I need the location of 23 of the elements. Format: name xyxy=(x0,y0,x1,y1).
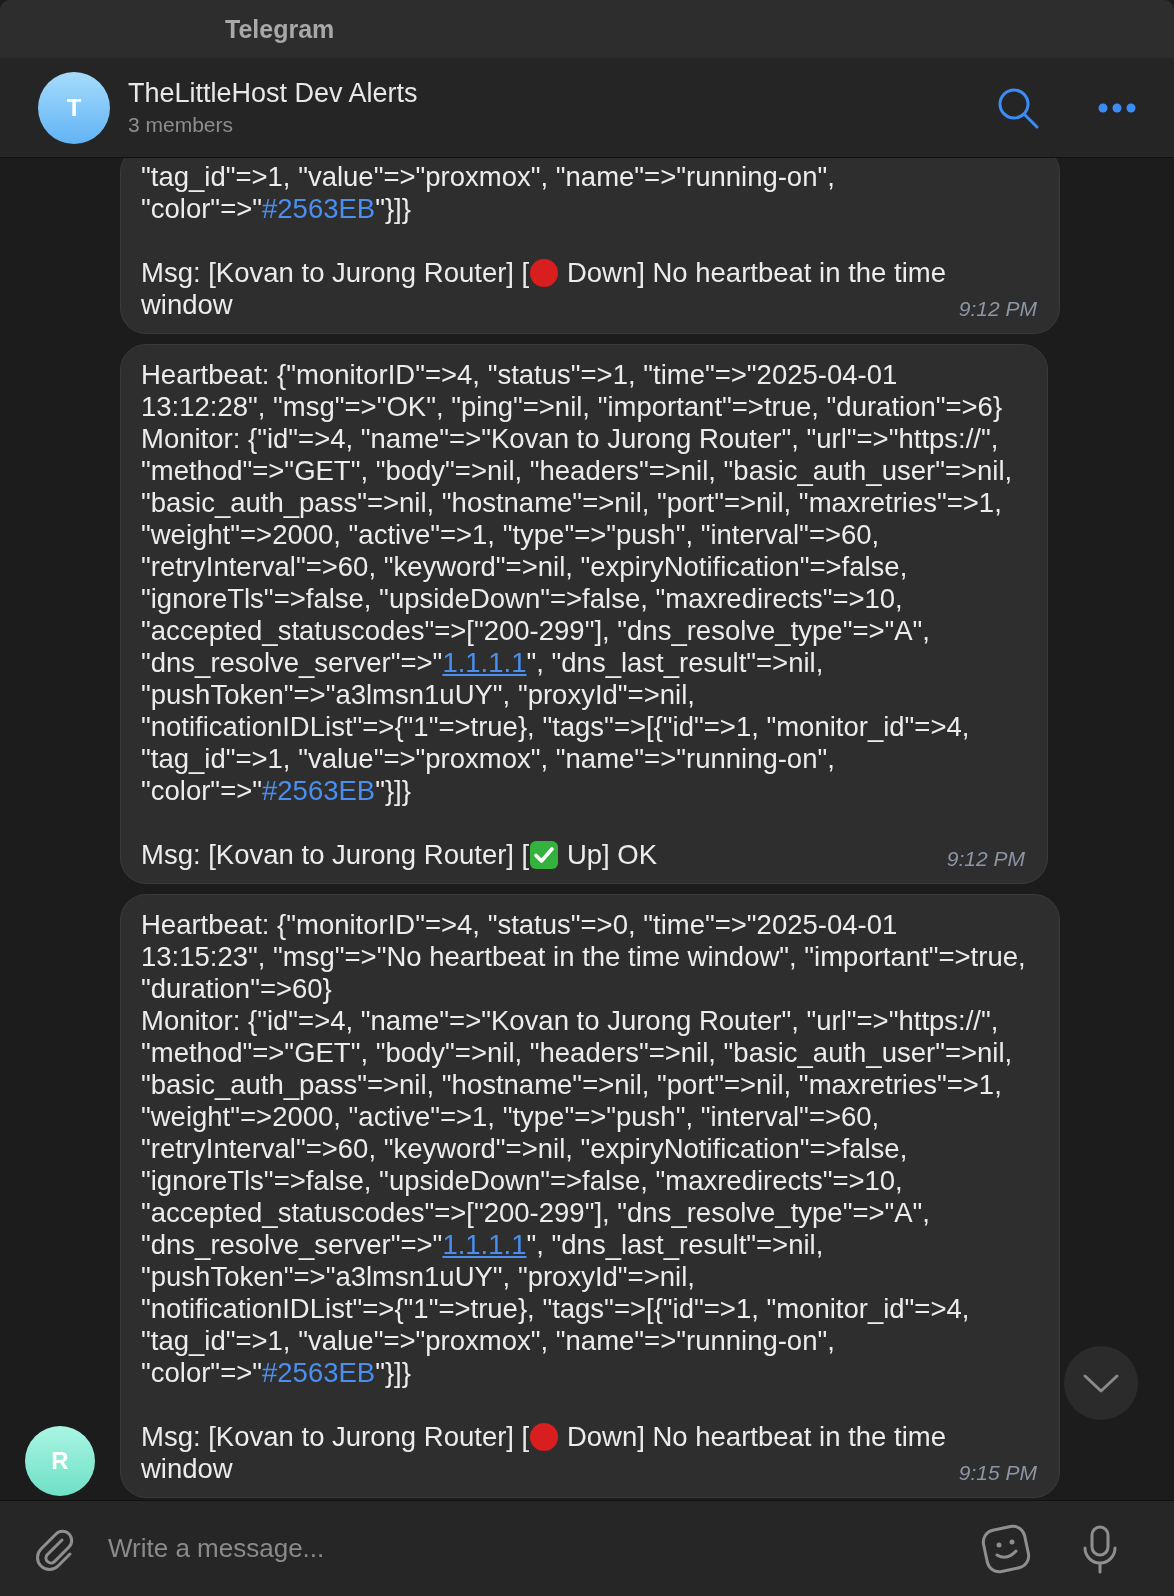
message-time: 9:12 PM xyxy=(958,297,1037,321)
message-text: Msg: [Kovan to Jurong Router] [ Up] OK xyxy=(141,839,658,871)
hashtag-link[interactable]: #2563EB xyxy=(262,1357,376,1388)
circle-icon xyxy=(529,258,560,288)
message-text: Msg: [Kovan to Jurong Router] [ Down] No heartbeat in the time window xyxy=(141,1421,946,1485)
sticker-icon[interactable] xyxy=(980,1522,1032,1575)
circle-icon xyxy=(529,1422,560,1452)
message-text: Heartbeat: {"monitorID"=>4, "status"=>1, "time"=>"2025-04-01 13:12:28", "msg"=>"OK", "ping"=>nil, "important"=>true, "duration"=>6} Monitor: {"id"=>4, "name"=>"Kovan to Jurong Router", "url"=>"https://", "method"=>"GET", "body"=>nil, "headers"=>nil, "basic_auth_user"=>nil, "basic_auth_pass"=>nil, "hostname"=>nil, "port"=>nil, "maxretries"=>1, "weight"=>2000, "active"=>1, "type"=>"push", "interval"=>60, "retryInterval"=>60, "keyword"=>nil, "expiryNotification"=>false, "ignoreTls"=>false, "upsideDown"=>false, "maxredirects"=>10, "accepted_statuscodes"=>["200-299"], "dns_resolve_type"=>"A", "dns_resolve_server"=>"1.1.1.1", "dns_last_result"=>nil, "pushToken"=>"a3lmsn1uUY", "proxyId"=>nil, "notificationIDList"=>{"1"=>true}, "tags"=>[{"id"=>1, "monitor_id"=>4, "tag_id"=>1, "value"=>"proxmox", "name"=>"running-on", "color"=>"#2563EB"}]} xyxy=(141,359,1013,807)
member-count: 3 members xyxy=(128,113,235,137)
link[interactable]: 1.1.1.1 xyxy=(442,1229,527,1260)
message-time: 9:12 PM xyxy=(946,847,1025,871)
message-text: "tag_id"=>1, "value"=>"proxmox", "name"=>"running-on", "color"=>"#2563EB"}]} xyxy=(141,161,835,225)
message-text: Heartbeat: {"monitorID"=>4, "status"=>0, "time"=>"2025-04-01 13:15:23", "msg"=>"No heartbeat in the time window", "important"=>true, "duration"=>60} Monitor: {"id"=>4, "name"=>"Kovan to Jurong Router", "url"=>"https://", "method"=>"GET", "body"=>nil, "headers"=>nil, "basic_auth_user"=>nil, "basic_auth_pass"=>nil, "hostname"=>nil, "port"=>nil, "maxretries"=>1, "weight"=>2000, "active"=>1, "type"=>"push", "interval"=>60, "retryInterval"=>60, "keyword"=>nil, "expiryNotification"=>false, "ignoreTls"=>false, "upsideDown"=>false, "maxredirects"=>10, "accepted_statuscodes"=>["200-299"], "dns_resolve_type"=>"A", "dns_resolve_server"=>"1.1.1.1", "dns_last_result"=>nil, "pushToken"=>"a3lmsn1uUY", "proxyId"=>nil, "notificationIDList"=>{"1"=>true}, "tags"=>[{"id"=>1, "monitor_id"=>4, "tag_id"=>1, "value"=>"proxmox", "name"=>"running-on", "color"=>"#2563EB"}]} xyxy=(141,909,1026,1389)
hashtag-link[interactable]: #2563EB xyxy=(262,775,376,806)
more-icon[interactable] xyxy=(1098,102,1136,113)
message-time: 9:15 PM xyxy=(958,1461,1037,1485)
scroll-down-button[interactable] xyxy=(1064,1346,1138,1420)
message-text: Msg: [Kovan to Jurong Router] [ Down] No heartbeat in the time window xyxy=(141,257,946,321)
hashtag-link[interactable]: #2563EB xyxy=(262,193,376,224)
chat-title: TheLittleHost Dev Alerts xyxy=(128,78,419,109)
check-mark-icon xyxy=(529,840,560,870)
link[interactable]: 1.1.1.1 xyxy=(442,647,527,678)
window-title: Telegram xyxy=(225,14,335,44)
